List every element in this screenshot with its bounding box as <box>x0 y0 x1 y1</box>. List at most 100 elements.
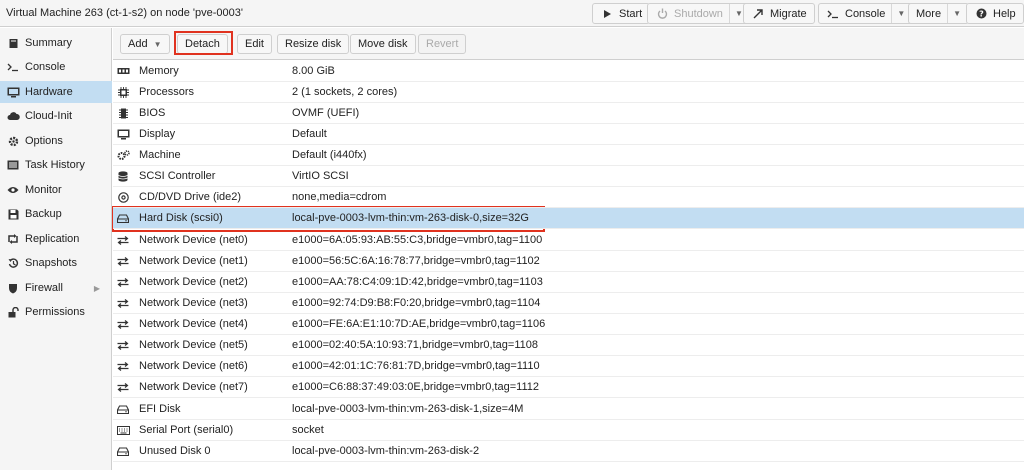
hardware-value: e1000=AA:78:C4:09:1D:42,bridge=vmbr0,tag… <box>292 276 543 288</box>
hardware-value: Default (i440fx) <box>292 149 367 161</box>
hardware-key: Network Device (net2) <box>139 276 248 288</box>
hardware-row-network-device[interactable]: Network Device (net4) e1000=FE:6A:E1:10:… <box>113 314 1024 335</box>
console-button-label: Console <box>845 7 886 20</box>
sidebar-item-monitor[interactable]: Monitor <box>0 179 112 201</box>
hardware-key: BIOS <box>139 107 166 119</box>
more-button[interactable]: More ▼ <box>908 3 969 24</box>
terminal-icon <box>6 62 20 72</box>
cdrom-icon <box>116 191 130 203</box>
harddisk-icon <box>116 404 130 414</box>
sidebar-item-snapshots[interactable]: Snapshots <box>0 252 112 274</box>
hardware-row-cdrom[interactable]: CD/DVD Drive (ide2) none,media=cdrom <box>113 187 1024 208</box>
sidebar-item-label: Console <box>25 61 66 73</box>
network-icon <box>116 361 130 371</box>
revert-button[interactable]: Revert <box>418 34 467 54</box>
hardware-value: VirtIO SCSI <box>292 170 349 182</box>
harddisk-icon <box>116 446 130 456</box>
sidebar-item-replication[interactable]: Replication <box>0 228 112 250</box>
hardware-row-memory[interactable]: Memory 8.00 GiB <box>113 61 1024 82</box>
network-icon <box>116 382 130 392</box>
hardware-row-serial-port[interactable]: Serial Port (serial0) socket <box>113 420 1024 441</box>
hardware-value: e1000=56:5C:6A:16:78:77,bridge=vmbr0,tag… <box>292 255 540 267</box>
sidebar-item-label: Replication <box>25 233 80 245</box>
desktop-icon <box>6 87 20 98</box>
shutdown-button[interactable]: Shutdown ▼ <box>647 3 751 24</box>
hardware-row-machine[interactable]: Machine Default (i440fx) <box>113 145 1024 166</box>
sidebar-item-options[interactable]: Options <box>0 130 112 152</box>
sidebar-item-backup[interactable]: Backup <box>0 203 112 225</box>
sidebar-item-hardware[interactable]: Hardware <box>0 81 112 103</box>
list-icon <box>6 160 20 170</box>
hardware-value: e1000=C6:88:37:49:03:0E,bridge=vmbr0,tag… <box>292 381 539 393</box>
sidebar-item-firewall[interactable]: Firewall ▶ <box>0 277 112 299</box>
sidebar-item-label: Monitor <box>25 184 62 196</box>
move-disk-button[interactable]: Move disk <box>350 34 416 54</box>
sidebar-item-summary[interactable]: Summary <box>0 32 112 54</box>
chevron-down-icon: ▼ <box>153 39 162 49</box>
network-icon <box>116 235 130 245</box>
sidebar-item-cloud-init[interactable]: Cloud-Init <box>0 105 112 127</box>
book-icon <box>6 38 20 49</box>
network-icon <box>116 256 130 266</box>
resize-disk-button[interactable]: Resize disk <box>277 34 350 54</box>
hardware-row-network-device[interactable]: Network Device (net1) e1000=56:5C:6A:16:… <box>113 251 1024 272</box>
hardware-row-scsi-controller[interactable]: SCSI Controller VirtIO SCSI <box>113 166 1024 187</box>
sidebar: Summary Console Hardware Cloud-Init Opti… <box>0 28 112 470</box>
hardware-row-processors[interactable]: Processors 2 (1 sockets, 2 cores) <box>113 82 1024 103</box>
hardware-row-network-device[interactable]: Network Device (net5) e1000=02:40:5A:10:… <box>113 335 1024 356</box>
edit-button[interactable]: Edit <box>237 34 272 54</box>
sidebar-item-permissions[interactable]: Permissions <box>0 301 112 323</box>
chevron-down-icon: ▼ <box>891 4 905 23</box>
migrate-icon <box>751 8 765 19</box>
sidebar-item-label: Hardware <box>25 86 73 98</box>
hardware-value: local-pve-0003-lvm-thin:vm-263-disk-1,si… <box>292 403 524 415</box>
memory-icon <box>116 67 130 76</box>
console-button[interactable]: Console ▼ <box>818 3 914 24</box>
hardware-key: Processors <box>139 86 195 98</box>
start-button-label: Start <box>619 7 643 20</box>
hardware-row-hard-disk-scsi0[interactable]: Hard Disk (scsi0) local-pve-0003-lvm-thi… <box>113 208 1024 229</box>
hardware-row-unused-disk[interactable]: Unused Disk 0 local-pve-0003-lvm-thin:vm… <box>113 441 1024 462</box>
start-button[interactable]: Start <box>592 3 651 24</box>
shield-icon <box>6 283 20 294</box>
hardware-row-network-device[interactable]: Network Device (net3) e1000=92:74:D9:B8:… <box>113 293 1024 314</box>
hardware-key: Serial Port (serial0) <box>139 424 234 436</box>
retweet-icon <box>6 234 20 244</box>
display-icon <box>116 129 130 140</box>
sidebar-item-console[interactable]: Console <box>0 56 112 78</box>
migrate-button-label: Migrate <box>770 7 807 20</box>
hardware-value: Default <box>292 128 327 140</box>
help-button[interactable]: ? Help <box>966 3 1024 24</box>
sidebar-item-label: Cloud-Init <box>25 110 73 122</box>
keyboard-icon <box>116 425 130 435</box>
hardware-key: EFI Disk <box>139 403 181 415</box>
hardware-row-bios[interactable]: BIOS OVMF (UEFI) <box>113 103 1024 124</box>
hardware-value: e1000=92:74:D9:B8:F0:20,bridge=vmbr0,tag… <box>292 297 541 309</box>
detach-button[interactable]: Detach <box>177 34 228 54</box>
hardware-row-efi-disk[interactable]: EFI Disk local-pve-0003-lvm-thin:vm-263-… <box>113 399 1024 420</box>
sidebar-item-label: Backup <box>25 208 62 220</box>
sidebar-item-label: Snapshots <box>25 257 77 269</box>
terminal-icon <box>826 9 840 19</box>
hardware-row-display[interactable]: Display Default <box>113 124 1024 145</box>
unlock-icon <box>6 306 20 318</box>
hardware-row-network-device[interactable]: Network Device (net2) e1000=AA:78:C4:09:… <box>113 272 1024 293</box>
cogs-icon <box>116 149 130 161</box>
sidebar-item-task-history[interactable]: Task History <box>0 154 112 176</box>
revert-button-label: Revert <box>426 38 459 50</box>
hardware-value: 2 (1 sockets, 2 cores) <box>292 86 398 98</box>
hardware-toolbar: Add ▼ Detach Edit Resize disk Move disk … <box>113 28 1024 60</box>
migrate-button[interactable]: Migrate <box>743 3 815 24</box>
hardware-row-network-device[interactable]: Network Device (net0) e1000=6A:05:93:AB:… <box>113 230 1024 251</box>
hardware-row-network-device[interactable]: Network Device (net7) e1000=C6:88:37:49:… <box>113 377 1024 398</box>
sidebar-item-label: Permissions <box>25 306 85 318</box>
chevron-right-icon[interactable]: ▶ <box>94 284 100 293</box>
add-button[interactable]: Add ▼ <box>120 34 170 54</box>
hardware-key: Network Device (net1) <box>139 255 248 267</box>
floppy-icon <box>6 209 20 220</box>
hardware-value: e1000=02:40:5A:10:93:71,bridge=vmbr0,tag… <box>292 339 538 351</box>
hardware-value: none,media=cdrom <box>292 191 387 203</box>
hardware-key: CD/DVD Drive (ide2) <box>139 191 242 203</box>
hardware-row-network-device[interactable]: Network Device (net6) e1000=42:01:1C:76:… <box>113 356 1024 377</box>
help-icon: ? <box>974 8 988 19</box>
